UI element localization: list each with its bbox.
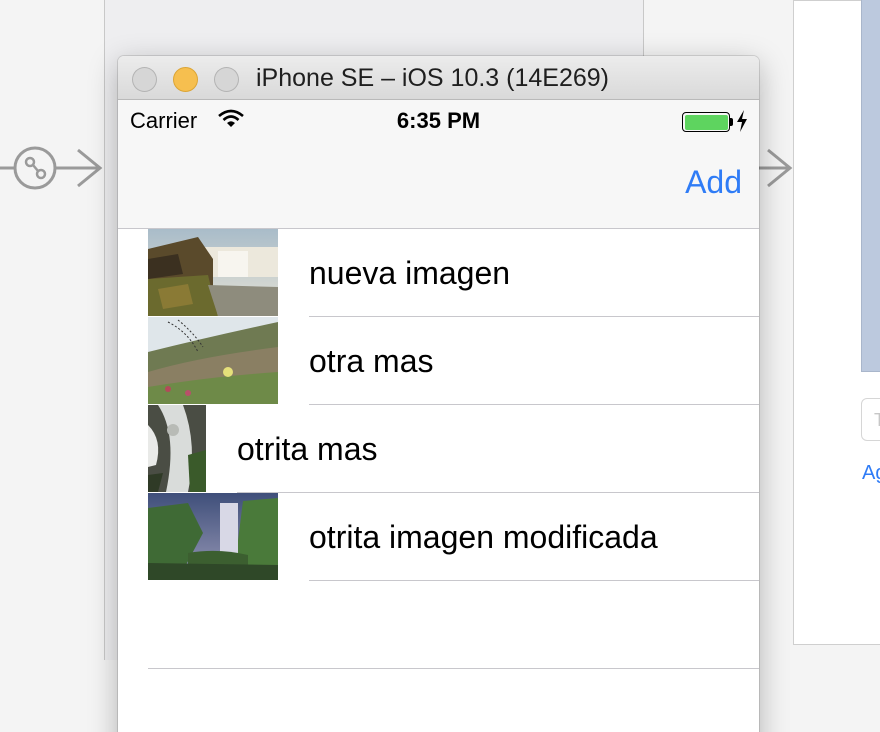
table-row[interactable]: otrita imagen modificada xyxy=(118,493,759,581)
row-label: nueva imagen xyxy=(309,255,511,291)
row-label: otra mas xyxy=(309,343,434,379)
empty-table-row xyxy=(118,581,759,669)
window-title: iPhone SE – iOS 10.3 (14E269) xyxy=(256,64,610,92)
waterfall-closeup-thumbnail xyxy=(148,405,206,492)
storyboard-next-scene-image-view xyxy=(861,0,880,372)
minimize-button[interactable] xyxy=(173,67,198,92)
close-button[interactable] xyxy=(132,67,157,92)
battery-icon xyxy=(682,112,730,132)
ios-status-bar: Carrier 6:35 PM xyxy=(118,100,759,140)
add-button[interactable]: Add xyxy=(685,164,742,201)
zoom-button[interactable] xyxy=(214,67,239,92)
row-label: otrita mas xyxy=(237,431,378,467)
storyboard-next-scene-link: Ag xyxy=(862,462,880,484)
image-table-view[interactable]: nueva imagen otra mas otrita mas otrita … xyxy=(118,229,759,669)
hillside-flowers-thumbnail xyxy=(148,317,278,404)
table-row[interactable]: nueva imagen xyxy=(118,229,759,317)
navigation-bar: Add xyxy=(118,140,759,229)
text-field-placeholder: T xyxy=(874,410,880,430)
segue-arrow-right-icon xyxy=(756,148,793,188)
window-titlebar[interactable]: iPhone SE – iOS 10.3 (14E269) xyxy=(118,56,759,100)
table-row[interactable]: otrita mas xyxy=(118,405,759,493)
segue-arrow-icon xyxy=(0,146,103,190)
battery-tip xyxy=(730,118,733,126)
table-row[interactable]: otra mas xyxy=(118,317,759,405)
storyboard-next-scene-text-field: T xyxy=(861,398,880,441)
row-separator xyxy=(148,668,759,669)
waterfall-landscape-thumbnail xyxy=(148,229,278,316)
battery-level xyxy=(684,114,728,130)
charging-bolt-icon xyxy=(737,110,747,132)
waterfall-valley-thumbnail xyxy=(148,493,278,580)
row-label: otrita imagen modificada xyxy=(309,519,658,555)
simulator-window: iPhone SE – iOS 10.3 (14E269) Carrier 6:… xyxy=(118,56,759,732)
status-time: 6:35 PM xyxy=(396,108,481,133)
